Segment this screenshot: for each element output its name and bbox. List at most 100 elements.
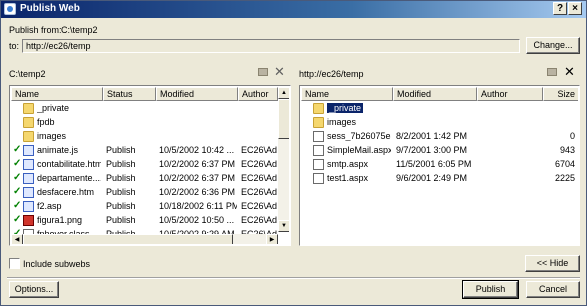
column-header-name[interactable]: Name bbox=[11, 87, 103, 101]
column-header-modified[interactable]: Modified bbox=[393, 87, 477, 101]
remote-path-label: http://ec26/temp bbox=[299, 69, 364, 79]
local-view-icon[interactable] bbox=[258, 68, 268, 76]
aspx-file-icon bbox=[313, 173, 324, 184]
remote-view-icon[interactable] bbox=[547, 68, 557, 76]
table-row[interactable]: ✓ desfacere.htm Publish 10/2/2002 6:36 PM EC… bbox=[11, 186, 289, 200]
scroll-down-icon[interactable]: ▼ bbox=[278, 220, 289, 232]
column-header-author[interactable]: Author bbox=[477, 87, 543, 101]
file-name: contabilitate.htm bbox=[37, 159, 101, 169]
change-button[interactable]: Change... bbox=[526, 37, 580, 54]
file-modified: 10/2/2002 6:37 PM bbox=[159, 173, 236, 183]
options-button-label: Options... bbox=[14, 284, 54, 294]
publish-check-icon: ✓ bbox=[13, 144, 22, 155]
file-status: Publish bbox=[106, 145, 136, 155]
file-name: departamente.... bbox=[37, 173, 101, 183]
local-vertical-scrollbar[interactable]: ▲ ▼ bbox=[278, 87, 289, 232]
file-author: EC26\Ad. bbox=[241, 201, 277, 211]
options-button[interactable]: Options... bbox=[9, 281, 59, 298]
publish-from-label: Publish from: bbox=[9, 25, 62, 35]
scroll-thumb[interactable] bbox=[278, 99, 289, 139]
html-file-icon bbox=[23, 159, 34, 170]
destination-url-field[interactable]: http://ec26/temp bbox=[22, 39, 520, 53]
publish-web-dialog: Publish Web ? × Publish from: C:\temp2 t… bbox=[0, 0, 587, 306]
file-size: 943 bbox=[559, 145, 575, 155]
table-row[interactable]: ✓ animate.js Publish 10/5/2002 10:42 ... EC2… bbox=[11, 144, 289, 158]
local-close-icon[interactable]: ✕ bbox=[274, 64, 285, 80]
publish-check-icon: ✓ bbox=[13, 200, 22, 211]
file-modified: 11/5/2001 6:05 PM bbox=[396, 159, 472, 169]
remote-close-icon[interactable]: ✕ bbox=[564, 64, 575, 80]
table-row[interactable]: fpdb bbox=[11, 116, 289, 130]
separator bbox=[7, 277, 580, 279]
title-bar[interactable]: Publish Web ? × bbox=[1, 1, 586, 18]
publish-check-icon: ✓ bbox=[13, 158, 22, 169]
local-horizontal-scrollbar[interactable]: ◀ ▶ bbox=[11, 234, 278, 244]
publish-check-icon: ✓ bbox=[13, 186, 22, 197]
app-icon bbox=[4, 3, 16, 15]
scroll-left-icon[interactable]: ◀ bbox=[11, 234, 23, 244]
file-size: 2225 bbox=[554, 173, 575, 183]
cancel-button[interactable]: Cancel bbox=[526, 281, 580, 298]
publish-to-label: to: bbox=[9, 41, 20, 51]
file-modified: 10/5/2002 10:42 ... bbox=[159, 145, 235, 155]
column-header-author[interactable]: Author bbox=[238, 87, 278, 101]
remote-file-list[interactable]: Name Modified Author Size _privateimages… bbox=[299, 85, 580, 246]
table-row[interactable]: ✓ departamente.... Publish 10/2/2002 6:37 P… bbox=[11, 172, 289, 186]
folder-icon bbox=[23, 117, 34, 128]
scroll-up-icon[interactable]: ▲ bbox=[278, 87, 289, 99]
file-name: images bbox=[327, 117, 357, 127]
table-row[interactable]: ✓ f2.asp Publish 10/18/2002 6:11 PM EC26\Ad. bbox=[11, 200, 289, 214]
local-path-label: C:\temp2 bbox=[9, 69, 46, 79]
table-row[interactable]: images bbox=[301, 116, 578, 130]
file-status: Publish bbox=[106, 201, 136, 211]
scroll-thumb[interactable] bbox=[23, 234, 233, 244]
file-author: EC26\Ad. bbox=[241, 145, 277, 155]
column-header-status[interactable]: Status bbox=[103, 87, 156, 101]
file-size: 6704 bbox=[554, 159, 575, 169]
cancel-button-label: Cancel bbox=[538, 284, 567, 294]
close-window-button[interactable]: × bbox=[568, 2, 582, 15]
local-file-list[interactable]: Name Status Modified Author _privatefpdb… bbox=[9, 85, 291, 246]
file-icon bbox=[313, 131, 324, 142]
file-author: EC26\Ad. bbox=[241, 215, 277, 225]
table-row[interactable]: sess_7b26075e3... 8/2/2001 1:42 PM 0 bbox=[301, 130, 578, 144]
local-list-header: Name Status Modified Author bbox=[11, 87, 289, 101]
file-modified: 9/7/2001 3:00 PM bbox=[396, 145, 468, 155]
publish-check-icon: ✓ bbox=[13, 214, 22, 225]
file-name: smtp.aspx bbox=[327, 159, 369, 169]
file-author: EC26\Ad. bbox=[241, 159, 277, 169]
file-status: Publish bbox=[106, 187, 136, 197]
column-header-size[interactable]: Size bbox=[543, 87, 578, 101]
table-row[interactable]: images bbox=[11, 130, 289, 144]
table-row[interactable]: _private bbox=[11, 102, 289, 116]
publish-from-value: C:\temp2 bbox=[61, 25, 98, 35]
table-row[interactable]: _private bbox=[301, 102, 578, 116]
publish-button-label: Publish bbox=[475, 284, 506, 294]
hide-button-label: << Hide bbox=[536, 258, 569, 268]
file-status: Publish bbox=[106, 159, 136, 169]
file-name: _private bbox=[327, 103, 364, 113]
file-modified: 10/5/2002 10:50 ... bbox=[159, 215, 235, 225]
file-author: EC26\Ad. bbox=[241, 173, 277, 183]
table-row[interactable]: ✓ figura1.png Publish 10/5/2002 10:50 ... EC… bbox=[11, 214, 289, 228]
file-modified: 10/2/2002 6:36 PM bbox=[159, 187, 236, 197]
aspx-file-icon bbox=[313, 145, 324, 156]
hide-button[interactable]: << Hide bbox=[525, 255, 580, 272]
file-name: SimpleMail.aspx bbox=[327, 145, 391, 155]
table-row[interactable]: test1.aspx 9/6/2001 2:49 PM 2225 bbox=[301, 172, 578, 186]
publish-button[interactable]: Publish bbox=[462, 280, 519, 299]
help-button[interactable]: ? bbox=[553, 2, 567, 15]
table-row[interactable]: ✓ contabilitate.htm Publish 10/2/2002 6:37 … bbox=[11, 158, 289, 172]
file-author: EC26\Ad. bbox=[241, 187, 277, 197]
file-name: fpdb bbox=[37, 117, 55, 127]
file-name: _private bbox=[37, 103, 70, 113]
file-name: images bbox=[37, 131, 67, 141]
table-row[interactable]: smtp.aspx 11/5/2001 6:05 PM 6704 bbox=[301, 158, 578, 172]
html-file-icon bbox=[23, 187, 34, 198]
scroll-right-icon[interactable]: ▶ bbox=[266, 234, 278, 244]
table-row[interactable]: SimpleMail.aspx 9/7/2001 3:00 PM 943 bbox=[301, 144, 578, 158]
column-header-name[interactable]: Name bbox=[301, 87, 393, 101]
file-modified: 9/6/2001 2:49 PM bbox=[396, 173, 468, 183]
column-header-modified[interactable]: Modified bbox=[156, 87, 238, 101]
include-subwebs-checkbox[interactable] bbox=[9, 258, 20, 269]
